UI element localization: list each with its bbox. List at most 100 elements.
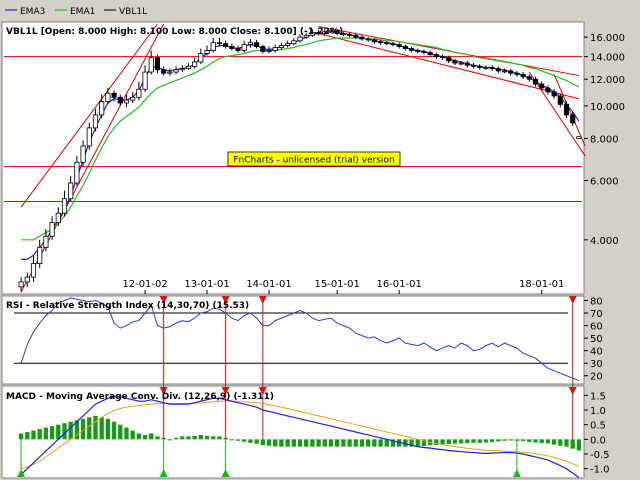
- macd-hist-bar: [217, 436, 222, 440]
- macd-hist-bar: [384, 439, 389, 447]
- candle-body: [43, 235, 49, 248]
- candle-body: [557, 95, 563, 105]
- macd-hist-bar: [465, 439, 470, 444]
- candle-body: [483, 67, 489, 69]
- macd-hist-bar: [279, 439, 284, 447]
- candle-body: [396, 44, 402, 47]
- macd-hist-bar: [291, 439, 296, 447]
- macd-hist-bar: [149, 433, 154, 440]
- candle-body: [532, 78, 539, 85]
- macd-hist-bar: [273, 439, 278, 447]
- candle-body: [384, 42, 390, 45]
- rsi-ytick-label: 80: [590, 297, 603, 308]
- watermark: FnCharts - unlicensed (trial) version: [227, 151, 401, 167]
- rsi-ytick-label: 70: [590, 309, 603, 320]
- macd-hist-bar: [254, 439, 259, 444]
- macd-hist-bar: [130, 430, 135, 440]
- candle-body: [30, 263, 37, 278]
- candle-body: [148, 57, 154, 73]
- macd-hist-bar: [477, 439, 482, 443]
- macd-hist-bar: [458, 439, 464, 444]
- candle-body: [185, 65, 192, 69]
- candle-body: [254, 42, 260, 47]
- rsi-ytick-label: 20: [590, 372, 603, 383]
- candle-body: [161, 69, 167, 74]
- candle-body: [117, 96, 123, 104]
- candle-body: [297, 36, 303, 42]
- macd-hist-bar: [576, 439, 582, 451]
- candle-body: [210, 42, 216, 51]
- macd-hist-bar: [18, 433, 24, 440]
- price-ytick-label: 4.000: [590, 236, 619, 247]
- candle-body: [365, 38, 371, 41]
- macd-hist-bar: [471, 439, 476, 443]
- macd-ytick-label: 1.0: [590, 406, 606, 417]
- macd-hist-bar: [248, 439, 253, 443]
- macd-hist-bar: [304, 439, 309, 447]
- macd-hist-bar: [260, 439, 265, 446]
- macd-ytick-label: 0.0: [590, 435, 606, 446]
- candle-body: [223, 43, 229, 47]
- candle-body: [24, 276, 30, 283]
- candle-body: [458, 62, 464, 65]
- macd-hist-bar: [173, 437, 179, 440]
- legend: EMA3 EMA1 VBL1L: [5, 7, 147, 17]
- macd-hist-bar: [198, 434, 204, 440]
- candle-body: [402, 46, 408, 49]
- macd-hist-bar: [520, 439, 526, 442]
- macd-hist-bar: [155, 436, 160, 440]
- candle-body: [501, 70, 508, 73]
- macd-hist-bar: [229, 439, 234, 441]
- candle-body: [272, 47, 278, 51]
- candle-body: [74, 161, 80, 184]
- macd-hist-bar: [105, 418, 111, 440]
- macd-hist-bar: [204, 435, 210, 440]
- candle-body: [260, 46, 266, 52]
- price-ytick-label: 8.000: [590, 134, 619, 145]
- candle-body: [68, 182, 74, 200]
- macd-hist-bar: [192, 435, 197, 440]
- legend-ema1: EMA1: [70, 7, 95, 17]
- candle-body: [464, 62, 470, 66]
- candle-body: [446, 57, 452, 62]
- candle-body: [61, 198, 68, 214]
- macd-ytick-label: -0.5: [590, 450, 610, 461]
- candle-body: [179, 68, 185, 71]
- macd-hist-bar: [545, 439, 551, 444]
- candle-body: [86, 127, 92, 147]
- macd-hist-bar: [87, 417, 92, 440]
- rsi-ytick-label: 60: [590, 322, 603, 333]
- candle-body: [173, 69, 179, 73]
- macd-hist-bar: [180, 436, 185, 440]
- macd-hist-bar: [564, 439, 569, 447]
- macd-hist-bar: [297, 439, 303, 447]
- candle-body: [204, 50, 210, 54]
- macd-ytick-label: 0.5: [590, 421, 606, 432]
- chart-svg: EMA3 EMA1 VBL1L 16.000 14.000 12.000 10.000…: [1, 7, 625, 479]
- candle-body: [55, 212, 61, 224]
- candle-body: [278, 45, 284, 48]
- candle-body: [154, 57, 161, 71]
- macd-hist-bar: [558, 439, 563, 446]
- legend-ema3: EMA3: [20, 7, 45, 17]
- candle-body: [539, 83, 545, 89]
- price-xtick-label: 13-01-01: [184, 279, 229, 290]
- rsi-ytick-label: 30: [590, 359, 603, 370]
- price-xtick-label: 16-01-01: [376, 279, 421, 290]
- price-title: VBL1L [Open: 8.000 High: 8.100 Low: 8.00…: [6, 27, 343, 37]
- candle-body: [99, 101, 105, 116]
- macd-hist-bar: [118, 424, 123, 440]
- candle-body: [570, 114, 576, 124]
- macd-hist-bar: [508, 439, 513, 441]
- macd-hist-bar: [31, 430, 36, 440]
- macd-hist-bar: [328, 439, 334, 447]
- macd-hist-bar: [483, 439, 489, 443]
- candle-body: [192, 61, 198, 67]
- macd-hist-bar: [93, 415, 98, 440]
- candle-body: [353, 34, 359, 38]
- macd-hist-bar: [111, 421, 117, 440]
- macd-hist-bar: [99, 417, 104, 440]
- macd-hist-bar: [353, 439, 358, 447]
- candle-body: [526, 76, 532, 80]
- macd-hist-bar: [37, 429, 42, 440]
